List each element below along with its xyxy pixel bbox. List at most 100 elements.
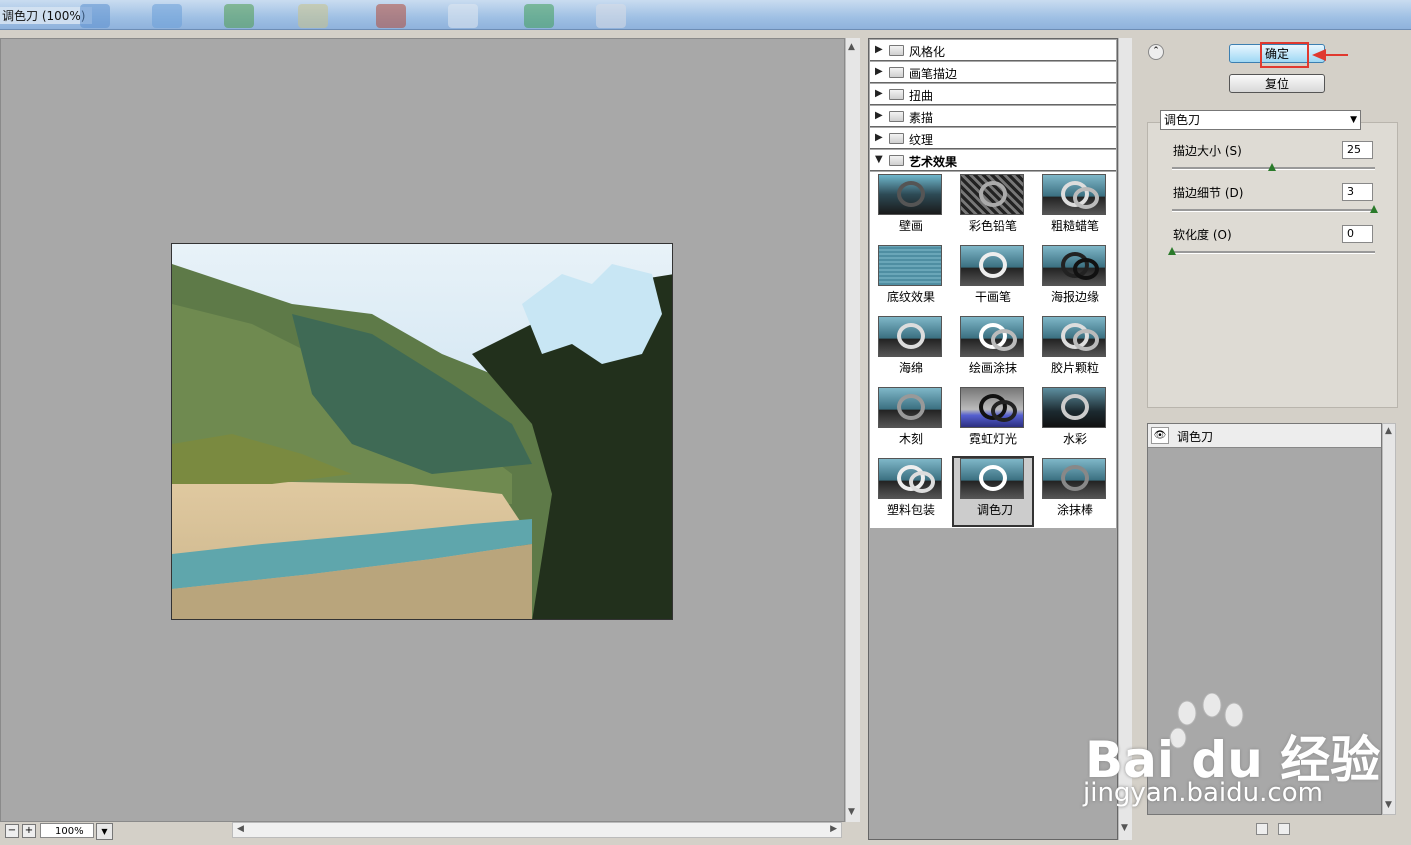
filter-thumb-fresco[interactable]: 壁画 bbox=[870, 172, 952, 243]
filter-thumb-underpainting[interactable]: 底纹效果 bbox=[870, 243, 952, 314]
ring-shape bbox=[979, 252, 1007, 278]
taskbar-icon[interactable] bbox=[152, 4, 182, 28]
filter-thumb-sponge[interactable]: 海绵 bbox=[870, 314, 952, 385]
trash-icon[interactable] bbox=[1278, 823, 1290, 835]
filter-thumb-watercolor[interactable]: 水彩 bbox=[1034, 385, 1116, 456]
slider-thumb-icon[interactable] bbox=[1370, 205, 1378, 213]
preview-vertical-scrollbar[interactable]: ▲ ▼ bbox=[845, 38, 860, 822]
filter-caption: 涂抹棒 bbox=[1056, 503, 1093, 517]
softness-slider[interactable] bbox=[1168, 247, 1375, 255]
stroke-size-input[interactable]: 25 bbox=[1342, 141, 1373, 159]
filter-thumb-palette-knife[interactable]: 调色刀 bbox=[952, 456, 1034, 527]
category-sketch[interactable]: ▶ 素描 bbox=[870, 106, 1116, 127]
effect-layer-row[interactable]: 👁 调色刀 bbox=[1148, 424, 1381, 448]
filter-thumb-poster-edges[interactable]: 海报边缘 bbox=[1034, 243, 1116, 314]
zoom-out-button[interactable]: − bbox=[5, 824, 19, 838]
new-effect-layer-icon[interactable] bbox=[1256, 823, 1268, 835]
thumbnail-image bbox=[878, 458, 942, 499]
expand-triangle-icon[interactable]: ▶ bbox=[875, 132, 883, 143]
category-label: 画笔描边 bbox=[909, 67, 958, 81]
ring-shape bbox=[979, 465, 1007, 491]
thumbnail-image bbox=[1042, 387, 1106, 428]
zoom-level-field[interactable]: 100% bbox=[40, 823, 94, 838]
thumbnail-image bbox=[960, 387, 1024, 428]
thumbnail-image bbox=[960, 174, 1024, 215]
thumbnail-image bbox=[960, 316, 1024, 357]
chevron-down-icon: ▼ bbox=[1350, 115, 1357, 125]
thumbnail-image bbox=[1042, 245, 1106, 286]
layers-scrollbar[interactable]: ▲ ▼ bbox=[1382, 423, 1396, 815]
stroke-detail-input[interactable]: 3 bbox=[1342, 183, 1373, 201]
filter-thumb-film-grain[interactable]: 胶片颗粒 bbox=[1034, 314, 1116, 385]
taskbar-icon[interactable] bbox=[524, 4, 554, 28]
preview-area[interactable] bbox=[0, 38, 845, 822]
window-title: 调色刀 (100%) bbox=[0, 7, 92, 24]
folder-icon bbox=[889, 67, 904, 78]
filter-caption: 海报边缘 bbox=[1050, 290, 1099, 304]
scroll-down-icon[interactable]: ▼ bbox=[848, 807, 855, 817]
taskbar-icon[interactable] bbox=[376, 4, 406, 28]
filter-caption: 水彩 bbox=[1062, 432, 1087, 446]
filter-caption: 调色刀 bbox=[976, 503, 1013, 517]
open-folder-icon bbox=[889, 155, 904, 166]
filter-thumb-paint-daubs[interactable]: 绘画涂抹 bbox=[952, 314, 1034, 385]
filter-caption: 干画笔 bbox=[974, 290, 1011, 304]
ring-shape bbox=[897, 394, 925, 420]
zoom-in-button[interactable]: + bbox=[22, 824, 36, 838]
filter-thumb-rough-pastels[interactable]: 粗糙蜡笔 bbox=[1034, 172, 1116, 243]
expand-triangle-icon[interactable]: ▶ bbox=[875, 110, 883, 121]
zoom-dropdown-button[interactable]: ▼ bbox=[96, 823, 113, 840]
category-brush-strokes[interactable]: ▶ 画笔描边 bbox=[870, 62, 1116, 83]
taskbar-icon[interactable] bbox=[80, 4, 110, 28]
preview-image[interactable] bbox=[171, 243, 673, 620]
category-stylize[interactable]: ▶ 风格化 bbox=[870, 40, 1116, 61]
thumbnail-image bbox=[878, 316, 942, 357]
filter-caption: 霓虹灯光 bbox=[968, 432, 1017, 446]
eye-icon[interactable]: 👁 bbox=[1151, 427, 1169, 444]
thumbnail-image bbox=[1042, 174, 1106, 215]
preview-horizontal-scrollbar[interactable]: ◀ ▶ bbox=[232, 822, 842, 838]
thumbnail-image bbox=[1042, 458, 1106, 499]
scroll-left-icon[interactable]: ◀ bbox=[237, 824, 244, 834]
scroll-up-icon[interactable]: ▲ bbox=[848, 42, 855, 52]
category-label: 扭曲 bbox=[909, 89, 934, 103]
taskbar-icon[interactable] bbox=[224, 4, 254, 28]
thumbnail-image bbox=[1042, 316, 1106, 357]
collapse-gallery-button[interactable]: ⌃ bbox=[1148, 44, 1164, 60]
filter-thumb-plastic-wrap[interactable]: 塑料包装 bbox=[870, 456, 952, 527]
scroll-down-icon[interactable]: ▼ bbox=[1385, 800, 1392, 810]
slider-thumb-icon[interactable] bbox=[1168, 247, 1176, 255]
reset-button[interactable]: 复位 bbox=[1229, 74, 1325, 93]
filter-caption: 木刻 bbox=[898, 432, 923, 446]
expand-triangle-icon[interactable]: ▶ bbox=[875, 88, 883, 99]
filter-type-select[interactable]: 调色刀 ▼ bbox=[1160, 110, 1361, 130]
stroke-detail-slider[interactable] bbox=[1172, 205, 1378, 213]
ring-shape bbox=[1073, 329, 1099, 351]
ring-shape bbox=[1061, 465, 1089, 491]
stroke-size-slider[interactable] bbox=[1172, 163, 1375, 171]
zoom-bar: − + 100% ▼ ◀ ▶ bbox=[0, 822, 860, 845]
category-artistic[interactable]: ▼ 艺术效果 bbox=[870, 150, 1116, 171]
scroll-down-icon[interactable]: ▼ bbox=[1121, 823, 1128, 833]
slider-thumb-icon[interactable] bbox=[1268, 163, 1276, 171]
filter-thumb-neon-glow[interactable]: 霓虹灯光 bbox=[952, 385, 1034, 456]
taskbar-icon[interactable] bbox=[596, 4, 626, 28]
filter-thumb-colored-pencil[interactable]: 彩色铅笔 bbox=[952, 172, 1034, 243]
filter-thumb-smudge-stick[interactable]: 涂抹棒 bbox=[1034, 456, 1116, 527]
filter-caption: 海绵 bbox=[898, 361, 923, 375]
filter-thumb-dry-brush[interactable]: 干画笔 bbox=[952, 243, 1034, 314]
collapse-triangle-icon[interactable]: ▼ bbox=[875, 154, 883, 165]
taskbar-icon[interactable] bbox=[298, 4, 328, 28]
expand-triangle-icon[interactable]: ▶ bbox=[875, 44, 883, 55]
ring-shape bbox=[897, 323, 925, 349]
scroll-up-icon[interactable]: ▲ bbox=[1385, 426, 1392, 436]
softness-input[interactable]: 0 bbox=[1342, 225, 1373, 243]
category-texture[interactable]: ▶ 纹理 bbox=[870, 128, 1116, 149]
filter-caption: 彩色铅笔 bbox=[968, 219, 1017, 233]
filter-thumb-cutout[interactable]: 木刻 bbox=[870, 385, 952, 456]
category-distort[interactable]: ▶ 扭曲 bbox=[870, 84, 1116, 105]
taskbar-icon[interactable] bbox=[448, 4, 478, 28]
scroll-right-icon[interactable]: ▶ bbox=[830, 824, 837, 834]
expand-triangle-icon[interactable]: ▶ bbox=[875, 66, 883, 77]
category-label: 素描 bbox=[909, 111, 934, 125]
